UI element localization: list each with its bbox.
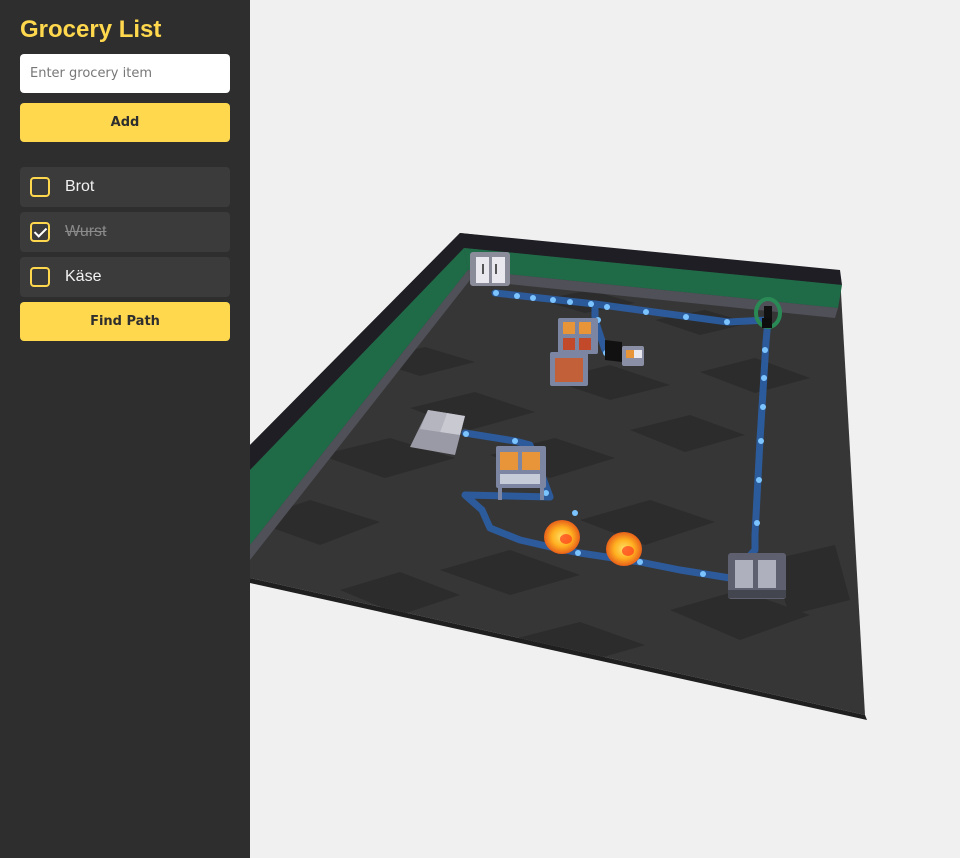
checkout-icon[interactable]: [728, 553, 786, 599]
list-item[interactable]: Käse: [20, 257, 230, 297]
hazard-icon[interactable]: [544, 520, 580, 554]
app: Grocery List Add Brot Wurst Käse Find Pa…: [0, 0, 960, 858]
list-item-label: Wurst: [65, 223, 107, 240]
store-3d-viewport[interactable]: [250, 0, 960, 858]
checkbox[interactable]: [30, 177, 50, 197]
list-item[interactable]: Brot: [20, 167, 230, 207]
checkbox-checked[interactable]: [30, 222, 50, 242]
add-button[interactable]: Add: [20, 103, 230, 142]
page-title: Grocery List: [20, 16, 162, 43]
find-path-button[interactable]: Find Path: [20, 302, 230, 341]
fridge-icon[interactable]: [470, 252, 510, 286]
checkbox[interactable]: [30, 267, 50, 287]
sidebar: Grocery List Add Brot Wurst Käse Find Pa…: [0, 0, 250, 858]
store-map[interactable]: [250, 0, 960, 858]
list-item-label: Käse: [65, 268, 102, 285]
grocery-list: Brot Wurst Käse: [20, 167, 230, 297]
grocery-item-input[interactable]: [20, 54, 230, 93]
list-item[interactable]: Wurst: [20, 212, 230, 252]
hazard-icon[interactable]: [606, 532, 642, 566]
list-item-label: Brot: [65, 178, 95, 195]
